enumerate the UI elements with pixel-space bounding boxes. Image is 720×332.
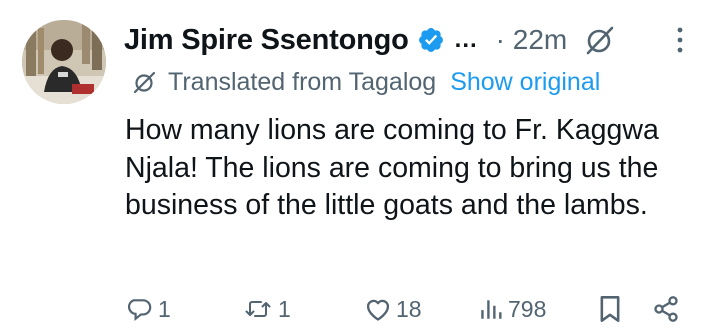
avatar-image [22, 20, 106, 104]
name-truncation: ... [454, 26, 478, 53]
show-original-link[interactable]: Show original [450, 68, 600, 97]
author-name[interactable]: Jim Spire Ssentongo [124, 24, 409, 57]
reply-count: 1 [158, 295, 171, 322]
bookmark-icon [598, 295, 622, 323]
reply-icon [128, 296, 154, 322]
translation-bar: Translated from Tagalog Show original [132, 66, 600, 98]
retweet-button[interactable]: 1 [244, 294, 291, 324]
retweet-count: 1 [278, 295, 291, 322]
action-bar: 1 1 18 798 [0, 292, 720, 332]
retweet-icon [244, 296, 274, 322]
grok-icon[interactable] [583, 23, 617, 57]
tweet[interactable]: Jim Spire Ssentongo ... · 22m Translated… [0, 0, 720, 332]
share-icon [652, 295, 680, 323]
bookmark-button[interactable] [598, 294, 622, 324]
heart-icon [364, 296, 392, 322]
reply-button[interactable]: 1 [128, 294, 171, 324]
more-vertical-icon[interactable] [673, 25, 687, 55]
like-button[interactable]: 18 [364, 294, 422, 324]
translation-note: Translated from Tagalog [168, 67, 437, 96]
views-button[interactable]: 798 [478, 294, 546, 324]
timestamp[interactable]: · 22m [496, 24, 568, 56]
tweet-header: Jim Spire Ssentongo ... · 22m [124, 18, 617, 62]
grok-translate-icon [132, 69, 158, 95]
share-button[interactable] [652, 294, 680, 324]
verified-badge-icon[interactable] [417, 26, 445, 54]
tweet-text: How many lions are coming to Fr. Kaggwa … [125, 114, 659, 221]
views-icon [478, 296, 504, 322]
avatar[interactable] [22, 20, 106, 104]
like-count: 18 [396, 295, 422, 322]
views-count: 798 [508, 295, 547, 322]
